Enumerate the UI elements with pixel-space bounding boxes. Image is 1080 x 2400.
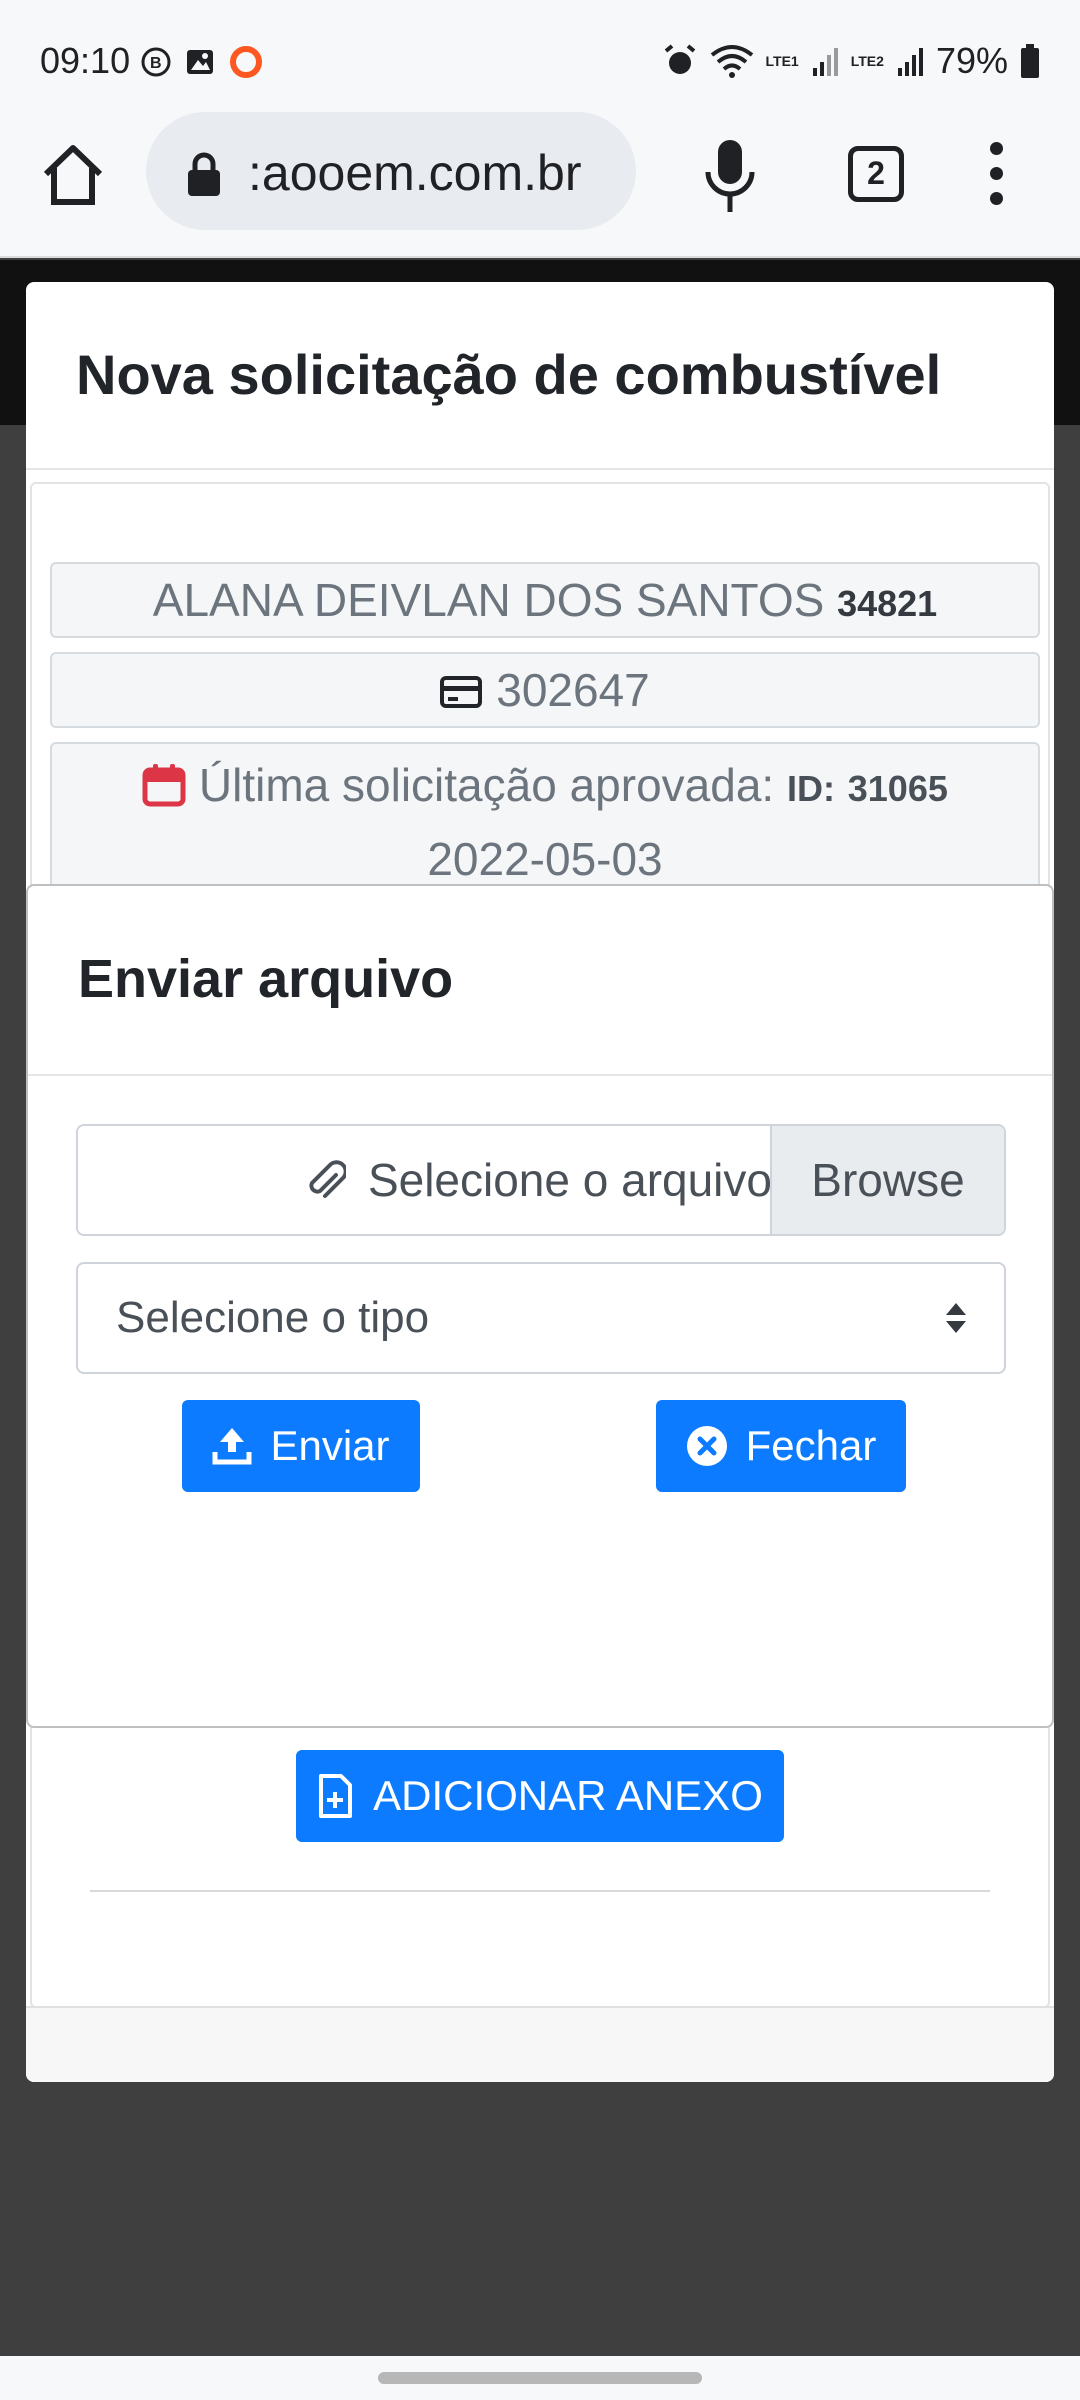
sim2-label: LTE2 (850, 53, 884, 69)
status-system-icons: LTE1 LTE2 79% (662, 40, 1040, 82)
file-input[interactable]: Selecione o arquivo Browse (76, 1124, 1006, 1236)
status-notification-icons: B (140, 44, 264, 80)
add-attachment-button[interactable]: ADICIONAR ANEXO (296, 1750, 784, 1842)
more-options-icon[interactable] (984, 142, 1008, 212)
gesture-navigation-bar (0, 2356, 1080, 2400)
address-bar[interactable]: :aooem.com.br (146, 112, 636, 230)
wifi-icon (710, 45, 753, 78)
microphone-icon[interactable] (700, 138, 760, 214)
alarm-icon (664, 44, 695, 74)
battery-percent: 79% (935, 40, 1008, 81)
card-number: 302647 (496, 664, 650, 716)
svg-text:B: B (150, 55, 162, 72)
file-placeholder: Selecione o arquivo (367, 1154, 772, 1206)
battery-icon (1021, 44, 1039, 78)
send-button[interactable]: Enviar (182, 1400, 420, 1492)
upload-file-modal: Enviar arquivo Selecione o arquivo Brows… (26, 884, 1054, 1728)
app-notification-icon (230, 46, 262, 78)
file-type-selected: Selecione o tipo (116, 1293, 430, 1342)
bixby-icon: B (141, 47, 171, 77)
driver-info: ALANA DEIVLAN DOS SANTOS 34821 (50, 562, 1040, 638)
card-header: Nova solicitação de combustível (26, 282, 1054, 470)
status-bar: 09:10 B LTE1 LTE2 79% (0, 0, 1080, 100)
close-circle-icon (686, 1426, 727, 1466)
tab-switcher-button[interactable]: 2 (848, 146, 904, 202)
status-time: 09:10 (40, 40, 131, 81)
lock-icon (188, 152, 220, 196)
calendar-icon (142, 764, 186, 807)
browse-button[interactable]: Browse (770, 1126, 1004, 1234)
file-plus-icon (319, 1774, 353, 1818)
divider (90, 1890, 990, 1892)
signal-icon (897, 48, 923, 76)
paperclip-icon (309, 1160, 346, 1198)
sim1-label: LTE1 (765, 53, 799, 69)
page-title: Nova solicitação de combustível (76, 343, 942, 406)
last-request-id-label: ID: (786, 768, 835, 809)
modal-title: Enviar arquivo (78, 949, 454, 1009)
close-label: Fechar (745, 1422, 877, 1469)
last-request-date: 2022-05-03 (427, 833, 663, 885)
select-sort-icon (946, 1303, 966, 1333)
signal-icon (812, 48, 838, 76)
home-icon[interactable] (38, 140, 108, 210)
gallery-icon (187, 50, 213, 74)
card-footer (26, 2006, 1054, 2082)
driver-id: 34821 (837, 583, 938, 624)
modal-header: Enviar arquivo (28, 886, 1052, 1076)
last-request-label: Última solicitação aprovada: (198, 759, 775, 811)
credit-card-icon (440, 676, 483, 708)
card-number-info: 302647 (50, 652, 1040, 728)
add-attachment-label: ADICIONAR ANEXO (373, 1772, 763, 1819)
close-button[interactable]: Fechar (656, 1400, 906, 1492)
send-label: Enviar (270, 1422, 390, 1469)
upload-icon (212, 1428, 252, 1465)
last-request-id: 31065 (847, 768, 948, 809)
browser-toolbar: :aooem.com.br 2 (0, 100, 1080, 258)
driver-name: ALANA DEIVLAN DOS SANTOS (152, 574, 825, 626)
file-input-label[interactable]: Selecione o arquivo (78, 1126, 772, 1234)
home-gesture-handle[interactable] (378, 2372, 702, 2384)
last-request-info: Última solicitação aprovada: ID: 31065 2… (50, 742, 1040, 892)
file-type-select[interactable]: Selecione o tipo (76, 1262, 1006, 1374)
url-text: :aooem.com.br (248, 145, 582, 201)
